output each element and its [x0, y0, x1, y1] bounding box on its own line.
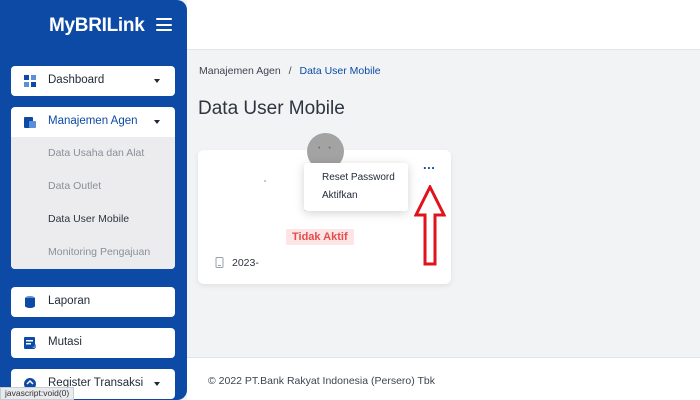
breadcrumb-parent[interactable]: Manajemen Agen	[199, 65, 281, 77]
aktifkan-menu-item[interactable]: Aktifkan	[322, 190, 358, 201]
sidebar-item-mutasi[interactable]: Mutasi	[11, 328, 175, 358]
breadcrumb: Manajemen Agen / Data User Mobile	[199, 65, 381, 77]
sidebar-item-label: Mutasi	[48, 336, 82, 348]
more-options-button[interactable]: ...	[423, 158, 435, 171]
sidebar-item-laporan[interactable]: Laporan	[11, 287, 175, 317]
breadcrumb-current: Data User Mobile	[299, 65, 381, 77]
phone-icon	[215, 257, 224, 268]
sidebar-item-manajemen-agen[interactable]: Manajemen Agen Data Usaha dan Alat Data …	[11, 107, 175, 269]
mutation-icon	[24, 337, 36, 349]
reset-password-menu-item[interactable]: Reset Password	[322, 172, 395, 183]
submenu-item-data-user-mobile[interactable]: Data User Mobile	[11, 203, 175, 236]
avatar-placeholder-icon: • •	[318, 145, 334, 152]
report-icon	[25, 296, 35, 308]
caret-down-icon	[154, 79, 160, 83]
link-status-bar: javascript:void(0)	[0, 387, 75, 400]
caret-down-icon	[154, 120, 160, 124]
agent-management-icon	[24, 117, 36, 128]
annotation-arrow-icon	[414, 185, 446, 266]
sidebar-item-label: Dashboard	[48, 74, 105, 86]
sidebar-item-label: Manajemen Agen	[48, 115, 138, 127]
footer-copyright: © 2022 PT.Bank Rakyat Indonesia (Persero…	[208, 375, 435, 387]
sidebar: MyBRILink Dashboard Manajemen Agen Data …	[0, 0, 187, 400]
brand-logo: MyBRILink	[49, 15, 145, 36]
sidebar-item-label: Laporan	[48, 295, 91, 307]
page-title: Data User Mobile	[198, 98, 345, 119]
breadcrumb-separator: /	[288, 65, 292, 77]
dashboard-icon	[24, 75, 36, 87]
dropdown-menu: Reset Password Aktifkan	[304, 163, 408, 211]
submenu-item-data-usaha-dan-alat[interactable]: Data Usaha dan Alat	[11, 137, 175, 170]
status-badge: Tidak Aktif	[286, 229, 354, 245]
submenu: Data Usaha dan Alat Data Outlet Data Use…	[11, 137, 175, 269]
submenu-item-data-outlet[interactable]: Data Outlet	[11, 170, 175, 203]
caret-down-icon	[154, 382, 160, 386]
submenu-item-monitoring-pengajuan[interactable]: Monitoring Pengajuan	[11, 236, 175, 269]
sidebar-item-dashboard[interactable]: Dashboard	[11, 66, 175, 96]
decorative-dot	[264, 180, 266, 182]
date-text: 2023-	[232, 257, 259, 269]
hamburger-menu-icon[interactable]	[156, 18, 172, 31]
top-bar	[187, 0, 700, 50]
